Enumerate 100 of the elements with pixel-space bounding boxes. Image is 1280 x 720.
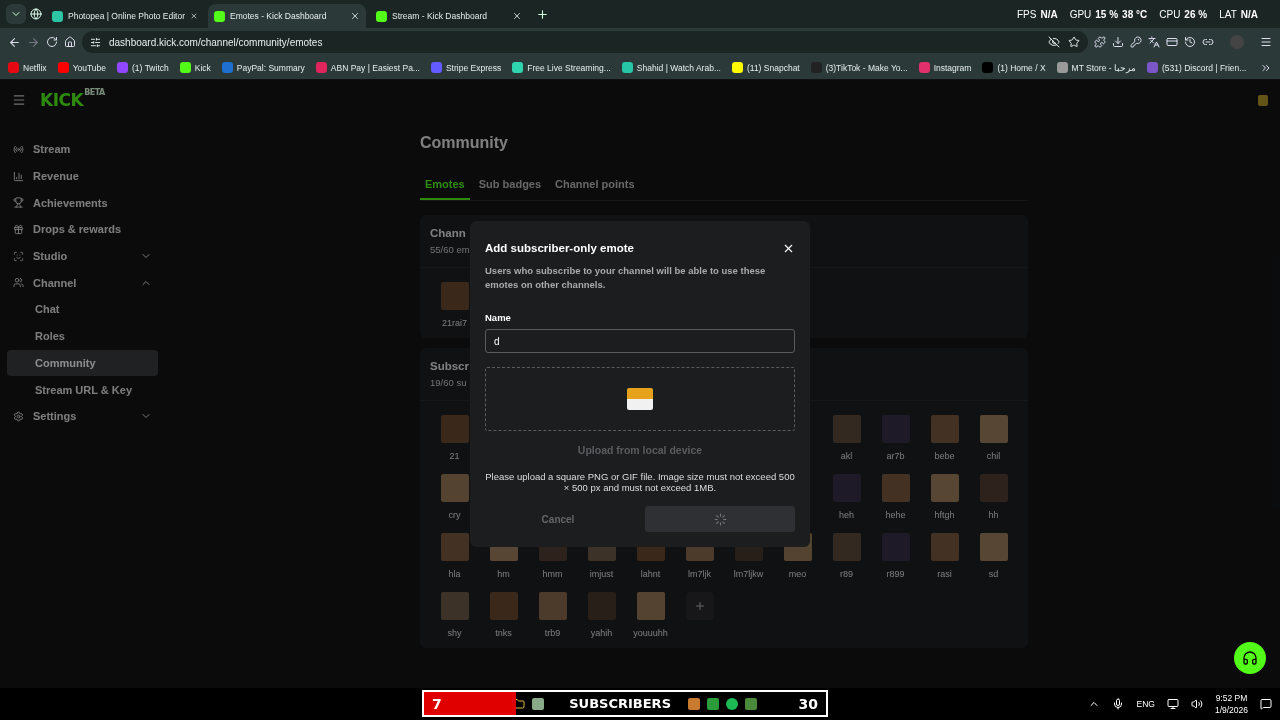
sidebar-item[interactable]: Channel: [7, 269, 158, 297]
bookmark-link[interactable]: Free Live Streaming...: [512, 62, 611, 73]
sidebar-icon: [13, 223, 24, 235]
bookmark-link[interactable]: YouTube: [57, 62, 107, 73]
card-title: Subscr: [430, 360, 469, 372]
browser-tab[interactable]: Photopea | Online Photo Editor: [46, 4, 204, 28]
emote-thumbnail[interactable]: [930, 415, 959, 443]
emote-thumbnail[interactable]: [440, 415, 469, 443]
emote-thumbnail[interactable]: [538, 592, 567, 620]
emote-thumbnail[interactable]: [979, 533, 1008, 561]
bookmark-link[interactable]: (1) Home / X: [982, 62, 1046, 73]
language-indicator[interactable]: ENG: [1136, 699, 1155, 709]
sidebar-item[interactable]: Drops & rewards: [7, 216, 158, 243]
bookmark-link[interactable]: (531) Discord | Frien...: [1146, 62, 1247, 73]
perf-label: LAT: [1219, 8, 1237, 20]
address-bar[interactable]: dashboard.kick.com/channel/community/emotes: [82, 31, 1088, 53]
bookmark-link[interactable]: MT Store - مرحبا: [1056, 62, 1136, 73]
emote-thumbnail[interactable]: [881, 474, 910, 502]
reload-icon[interactable]: [46, 36, 58, 48]
app-icon[interactable]: [726, 698, 738, 710]
bookmark-link[interactable]: Instagram: [918, 62, 972, 73]
app-icon[interactable]: [688, 698, 700, 710]
notifications-icon[interactable]: [1260, 698, 1272, 710]
plus-icon: [693, 600, 706, 612]
close-icon[interactable]: [190, 11, 198, 21]
bookmark-link[interactable]: (11) Snapchat: [731, 62, 800, 73]
emote-thumbnail[interactable]: [440, 474, 469, 502]
card-icon[interactable]: [1166, 36, 1178, 48]
app-icon[interactable]: [745, 698, 757, 710]
menu-icon[interactable]: [1260, 36, 1272, 48]
bookmark-link[interactable]: Netflix: [8, 62, 47, 73]
extensions-icon[interactable]: [1094, 36, 1106, 48]
page-tab[interactable]: Emotes: [420, 172, 470, 200]
bookmark-link[interactable]: ABN Pay | Easiest Pa...: [315, 62, 420, 73]
home-icon[interactable]: [64, 36, 76, 48]
sidebar-item[interactable]: Revenue: [7, 162, 158, 190]
close-icon[interactable]: [350, 11, 360, 21]
plus-icon: [535, 7, 549, 21]
display-icon[interactable]: [1166, 698, 1179, 710]
sidebar-item[interactable]: Stream URL & Key: [7, 376, 158, 403]
site-settings-icon[interactable]: [90, 36, 101, 48]
sidebar-item[interactable]: Settings: [7, 402, 158, 430]
link-icon[interactable]: [1202, 36, 1214, 48]
emote-thumbnail[interactable]: [979, 415, 1008, 443]
page-tab[interactable]: Channel points: [550, 172, 640, 200]
page-tab[interactable]: Sub badges: [473, 172, 547, 200]
emote-thumbnail[interactable]: [440, 592, 469, 620]
bookmark-link[interactable]: (3)TikTok - Make Yo...: [810, 62, 908, 73]
sidebar-item[interactable]: Stream: [7, 136, 158, 163]
bookmark-link[interactable]: Kick: [179, 62, 211, 73]
app-icon[interactable]: [532, 698, 544, 710]
page-title: Community: [420, 134, 509, 152]
key-icon[interactable]: [1130, 36, 1142, 48]
bookmark-link[interactable]: Stripe Express: [430, 62, 502, 73]
emote-thumbnail[interactable]: [489, 592, 518, 620]
star-icon[interactable]: [1068, 36, 1080, 48]
support-chat-button[interactable]: [1234, 642, 1266, 674]
emote-thumbnail[interactable]: [832, 415, 861, 443]
emote-thumbnail[interactable]: [636, 592, 665, 620]
name-input[interactable]: d: [485, 329, 795, 353]
emote-thumbnail[interactable]: [979, 474, 1008, 502]
sidebar-item[interactable]: Community: [7, 349, 158, 377]
emote-name: r89: [840, 569, 853, 579]
clock[interactable]: 9:52 PM 1/9/2026: [1214, 693, 1248, 715]
eye-off-icon[interactable]: [1048, 36, 1060, 48]
emote-name: hh: [988, 510, 999, 520]
emote-name: bebe: [934, 451, 955, 461]
forward-icon[interactable]: [27, 35, 40, 49]
bookmark-link[interactable]: PayPal: Summary: [221, 62, 305, 73]
tab-search-button[interactable]: [6, 4, 26, 24]
microphone-icon[interactable]: [1112, 698, 1125, 710]
perf-value: N/A: [1240, 8, 1258, 20]
emote-name: hftgh: [934, 510, 955, 520]
volume-icon[interactable]: [1190, 698, 1203, 710]
translate-icon[interactable]: [1148, 36, 1160, 48]
back-icon[interactable]: [8, 35, 21, 49]
emote-thumbnail[interactable]: [930, 533, 959, 561]
close-icon[interactable]: [512, 11, 522, 21]
perf-label: GPU: [1069, 8, 1092, 20]
emote-thumbnail[interactable]: [440, 282, 469, 310]
sidebar-item[interactable]: Chat: [7, 296, 158, 323]
user-avatar[interactable]: [1258, 94, 1268, 106]
emote-thumbnail[interactable]: [587, 592, 616, 620]
emote-name: lm7ljkw: [733, 569, 764, 579]
browser-tab[interactable]: Stream - Kick Dashboard: [370, 4, 528, 28]
folder-icon[interactable]: [513, 698, 525, 710]
browser-tab[interactable]: Emotes - Kick Dashboard: [208, 4, 366, 28]
app-icon[interactable]: [707, 698, 719, 710]
emote-thumbnail[interactable]: [930, 474, 959, 502]
upload-dropzone[interactable]: [485, 367, 795, 431]
bookmark-link[interactable]: (1) Twitch: [117, 62, 169, 73]
bookmark-link[interactable]: Shahid | Watch Arab...: [621, 62, 721, 73]
sidebar-item[interactable]: Roles: [7, 322, 158, 350]
emote-thumbnail[interactable]: [832, 533, 861, 561]
sidebar-item[interactable]: Achievements: [7, 189, 158, 217]
history-icon[interactable]: [1184, 36, 1196, 48]
download-icon[interactable]: [1112, 36, 1124, 48]
globe-icon[interactable]: [30, 8, 42, 20]
sidebar-item[interactable]: Studio: [7, 242, 158, 270]
emote-thumbnail[interactable]: [440, 533, 469, 561]
